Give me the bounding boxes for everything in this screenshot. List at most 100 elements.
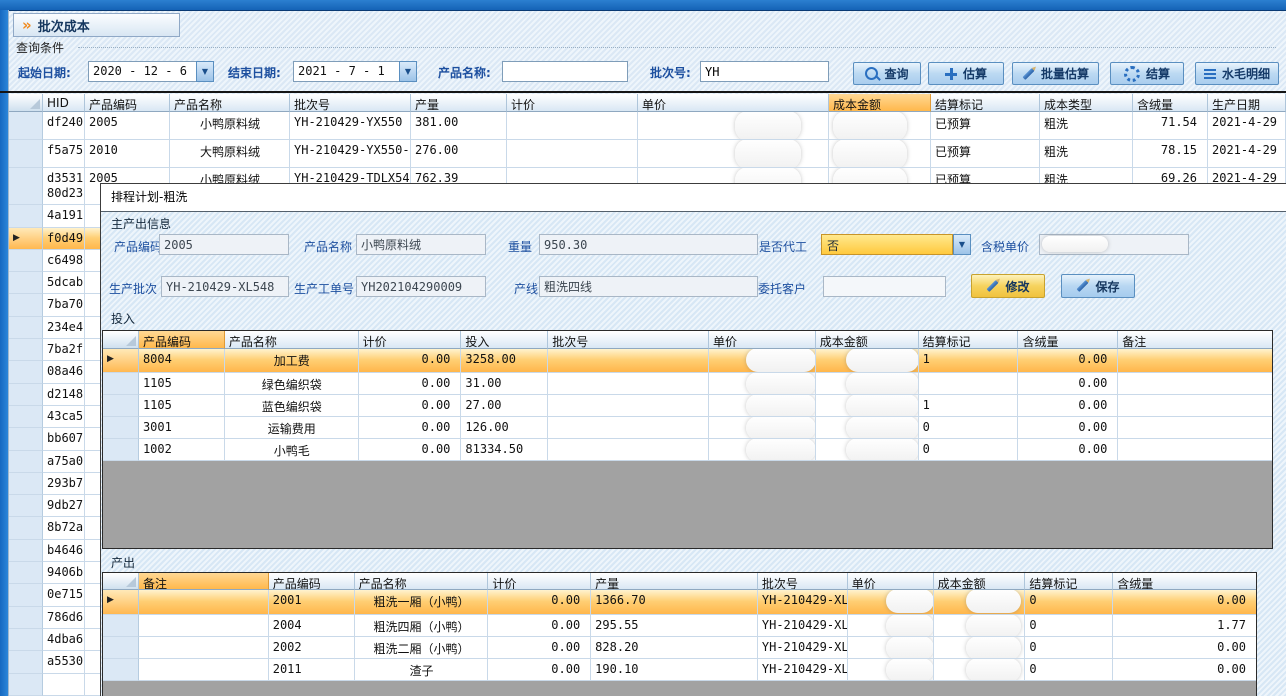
table-row[interactable]: ▶ 2001 粗洗一厢（小鸭） 0.00 1366.70 YH-210429-X… (103, 590, 1256, 615)
redacted-value (833, 140, 907, 168)
column-header-input-qty[interactable]: 投入 (461, 331, 548, 349)
column-header-product-code[interactable]: 产品编码 (85, 94, 170, 112)
table-row[interactable]: ▶ 786d6.. (9, 607, 100, 629)
table-row[interactable]: ▶ d2148.. (9, 384, 100, 406)
weight-field[interactable] (539, 234, 758, 255)
taxed-unit-price-field[interactable] (1039, 234, 1189, 255)
modify-button[interactable]: 修改 (971, 274, 1045, 298)
product-name-field[interactable] (356, 234, 486, 255)
batch-estimate-button[interactable]: 批量估算 (1012, 62, 1099, 85)
product-name-input[interactable] (502, 61, 628, 82)
work-order-field[interactable] (356, 276, 486, 297)
table-row[interactable]: ▶ 80d23.. (9, 183, 100, 205)
table-row[interactable]: ▶ f0d49.. (9, 228, 100, 250)
table-row[interactable]: ▶ df240... 2005 小鸭原料绒 YH-210429-YX550 38… (9, 112, 1286, 140)
table-row[interactable]: ▶ 293b7.. (9, 473, 100, 495)
is-oem-combobox[interactable]: 否 (821, 234, 953, 255)
column-header-unit-price[interactable]: 单价 (638, 94, 829, 112)
table-row[interactable]: ▶ 8b72a.. (9, 517, 100, 539)
column-header-note[interactable]: 备注 (1118, 331, 1272, 349)
end-date-dropdown-button[interactable]: ▼ (399, 61, 417, 82)
column-header-unit-price[interactable]: 单价 (848, 573, 934, 590)
table-row[interactable]: ▶ 2004 粗洗四厢（小鸭） 0.00 295.55 YH-210429-XL… (103, 615, 1256, 637)
search-button[interactable]: 查询 (853, 62, 921, 85)
estimate-button[interactable]: 估算 (928, 62, 1004, 85)
prod-batch-field[interactable] (161, 276, 289, 297)
column-header-settle-flag[interactable]: 结算标记 (919, 331, 1019, 349)
column-header-product-code[interactable]: 产品编码 (269, 573, 355, 590)
table-row[interactable]: ▶ 2011 渣子 0.00 190.10 YH-210429-XL548 0 … (103, 659, 1256, 681)
column-header-product-code[interactable]: 产品编码 (139, 331, 225, 349)
table-row[interactable]: ▶ a5530.. (9, 651, 100, 673)
column-header-product-name[interactable]: 产品名称 (225, 331, 359, 349)
table-row[interactable]: ▶ 2002 粗洗二厢（小鸭） 0.00 828.20 YH-210429-XL… (103, 637, 1256, 659)
table-row[interactable]: ▶ 9db27.. (9, 495, 100, 517)
table-row[interactable]: ▶ 4a191.. (9, 205, 100, 227)
column-header-pricing[interactable]: 计价 (359, 331, 462, 349)
select-all-corner[interactable] (103, 331, 139, 349)
table-row[interactable]: ▶ 5dcab.. (9, 272, 100, 294)
client-field[interactable] (823, 276, 946, 297)
select-all-corner[interactable] (103, 573, 139, 590)
save-button[interactable]: 保存 (1061, 274, 1135, 298)
table-row[interactable]: ▶ 4dba6.. (9, 629, 100, 651)
table-row[interactable]: ▶ b4646.. (9, 540, 100, 562)
redacted-value (966, 659, 1021, 681)
column-header-batch-no[interactable]: 批次号 (290, 94, 411, 112)
prod-line-field[interactable] (539, 276, 758, 297)
down-detail-button[interactable]: 水毛明细 (1195, 62, 1279, 85)
table-row[interactable]: ▶ c6498.. (9, 250, 100, 272)
table-row[interactable]: ▶ 9406b.. (9, 562, 100, 584)
table-row[interactable]: ▶ 7ba2f.. (9, 339, 100, 361)
output-section-label: 产出 (111, 554, 135, 571)
column-header-hid[interactable]: HID (43, 94, 85, 112)
table-row[interactable]: ▶ f5a75... 2010 大鸭原料绒 YH-210429-YX550-2 … (9, 140, 1286, 168)
table-row[interactable]: ▶ 08a46.. (9, 361, 100, 383)
table-row[interactable]: ▶ 7ba70.. (9, 294, 100, 316)
column-header-prod-date[interactable]: 生产日期 (1208, 94, 1286, 112)
table-row[interactable]: ▶ 0e715.. (9, 584, 100, 606)
batch-no-input[interactable] (700, 61, 829, 82)
column-header-settle-flag[interactable]: 结算标记 (931, 94, 1040, 112)
row-selector-arrow-icon: ▶ (107, 355, 135, 364)
column-header-output-qty[interactable]: 产量 (591, 573, 758, 590)
column-header-unit-price[interactable]: 单价 (709, 331, 816, 349)
table-row[interactable]: ▶ 234e4.. (9, 317, 100, 339)
select-all-corner[interactable] (9, 94, 43, 112)
column-header-pricing[interactable]: 计价 (507, 94, 638, 112)
tab-batch-cost[interactable]: » 批次成本 (13, 13, 180, 37)
column-header-note[interactable]: 备注 (139, 573, 269, 590)
table-row[interactable]: ▶ 3001 运输费用 0.00 126.00 0 0.00 (103, 417, 1272, 439)
column-header-settle-flag[interactable]: 结算标记 (1025, 573, 1113, 590)
table-row[interactable]: ▶ 1105 蓝色编织袋 0.00 27.00 1 0.00 (103, 395, 1272, 417)
settle-button[interactable]: 结算 (1110, 62, 1184, 85)
column-header-cost-type[interactable]: 成本类型 (1040, 94, 1133, 112)
start-date-input[interactable]: 2020 - 12 - 6 (88, 61, 197, 82)
table-row[interactable]: ▶ 43ca5.. (9, 406, 100, 428)
column-header-cost-amount[interactable]: 成本金额 (934, 573, 1026, 590)
column-header-down-content[interactable]: 含绒量 (1018, 331, 1118, 349)
column-header-pricing[interactable]: 计价 (488, 573, 591, 590)
column-header-product-name[interactable]: 产品名称 (355, 573, 489, 590)
column-header-output-qty[interactable]: 产量 (411, 94, 507, 112)
table-row[interactable]: ▶ 8004 加工费 0.00 3258.00 1 0.00 (103, 349, 1272, 373)
is-oem-dropdown-button[interactable]: ▼ (953, 234, 971, 255)
column-header-down-content[interactable]: 含绒量 (1113, 573, 1256, 590)
query-toolbar: 起始日期: 2020 - 12 - 6 ▼ 结束日期: 2021 - 7 - 1… (0, 60, 1286, 86)
table-row[interactable]: ▶ (9, 674, 100, 696)
table-row[interactable]: ▶ 1105 绿色编织袋 0.00 31.00 0.00 (103, 373, 1272, 395)
table-row[interactable]: ▶ bb607.. (9, 428, 100, 450)
table-row[interactable]: ▶ a75a0.. (9, 451, 100, 473)
end-date-input[interactable]: 2021 - 7 - 1 (293, 61, 400, 82)
column-header-cost-amount[interactable]: 成本金额 (829, 94, 931, 112)
table-row[interactable]: ▶ 1002 小鸭毛 0.00 81334.50 0 0.00 (103, 439, 1272, 461)
column-header-down-content[interactable]: 含绒量 (1133, 94, 1208, 112)
redacted-value (966, 590, 1021, 613)
section-divider (78, 47, 1276, 48)
column-header-batch-no[interactable]: 批次号 (548, 331, 709, 349)
column-header-product-name[interactable]: 产品名称 (170, 94, 290, 112)
start-date-dropdown-button[interactable]: ▼ (196, 61, 214, 82)
product-code-field[interactable] (159, 234, 289, 255)
column-header-batch-no[interactable]: 批次号 (758, 573, 848, 590)
column-header-cost-amount[interactable]: 成本金额 (816, 331, 919, 349)
